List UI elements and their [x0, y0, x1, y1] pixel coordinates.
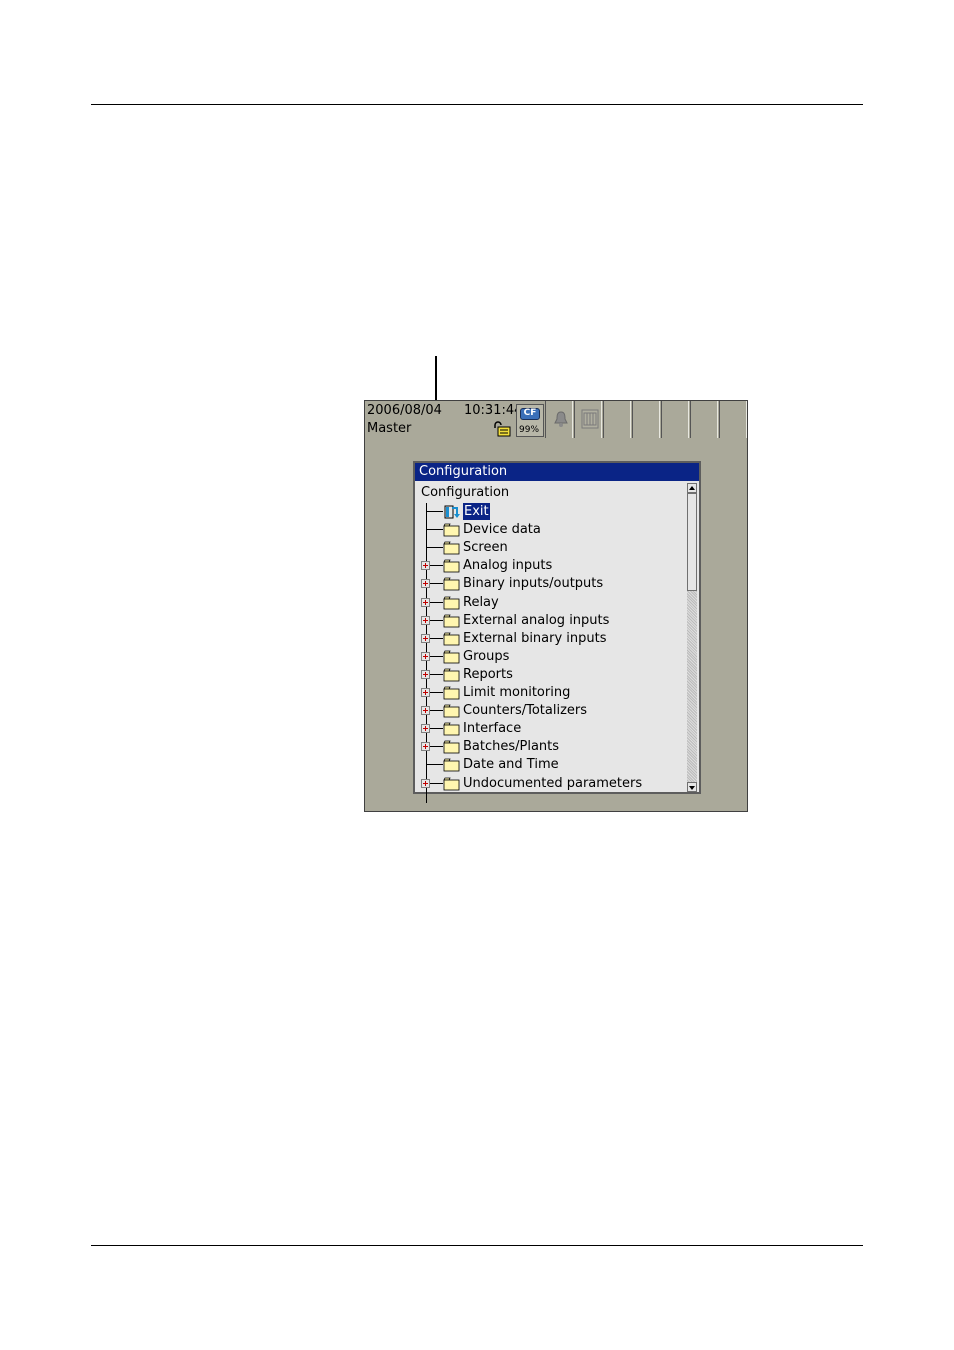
status-date: 2006/08/04 [367, 403, 442, 418]
status-slot-empty-4[interactable] [690, 401, 718, 438]
tree-item[interactable]: Counters/Totalizers [415, 702, 685, 720]
tree-item-label: Reports [463, 666, 513, 682]
tree-item[interactable]: Analog inputs [415, 557, 685, 575]
scroll-thumb[interactable] [687, 493, 697, 591]
chart-icon [581, 409, 599, 429]
tree-item[interactable]: Exit [415, 503, 685, 521]
tree-branch-line [426, 547, 443, 549]
configuration-window: Configuration Configuration Exit Device d… [413, 461, 701, 803]
status-slot-empty-1[interactable] [603, 401, 631, 438]
expand-plus-icon[interactable] [421, 724, 430, 734]
alarm-slot[interactable] [545, 401, 573, 438]
window-title: Configuration [415, 463, 699, 481]
expand-plus-icon[interactable] [421, 778, 430, 788]
tree-item-label: External analog inputs [463, 612, 610, 628]
config-tree: Configuration Exit Device data Screen Analo… [415, 483, 687, 803]
chart-slot[interactable] [574, 401, 602, 438]
tree-branch-line [426, 529, 443, 531]
tree-root-label: Configuration [421, 485, 510, 500]
tree-item-label: Counters/Totalizers [463, 703, 588, 719]
tree-item-label: Binary inputs/outputs [463, 576, 604, 592]
vertical-scrollbar[interactable] [687, 483, 697, 792]
status-time: 10:31:44 [464, 403, 523, 418]
tree-item[interactable]: Binary inputs/outputs [415, 575, 685, 593]
folder-icon [443, 686, 460, 700]
tree-item-label: External binary inputs [463, 630, 607, 646]
folder-icon [443, 650, 460, 664]
tree-item[interactable]: Undocumented parameters [415, 775, 685, 793]
status-slot-empty-5[interactable] [719, 401, 747, 438]
status-slot-empty-2[interactable] [632, 401, 660, 438]
header-rule [91, 104, 863, 105]
lock-icon [494, 421, 511, 437]
status-bar: 2006/08/04 10:31:44 Master CF 99% [365, 401, 747, 439]
callout-line [435, 356, 437, 404]
folder-icon [443, 614, 460, 627]
tree-item-label: Limit monitoring [463, 685, 571, 700]
folder-icon [443, 632, 460, 646]
tree-item[interactable]: Relay [415, 594, 685, 612]
exit-icon [444, 505, 460, 519]
bell-icon [554, 411, 568, 427]
tree-item-label: Exit [463, 503, 490, 520]
folder-icon [443, 704, 460, 718]
expand-plus-icon[interactable] [421, 688, 430, 697]
tree-item-label: Batches/Plants [463, 739, 560, 755]
folder-icon [443, 541, 460, 555]
scroll-up-arrow-icon[interactable] [687, 483, 697, 493]
tree-item[interactable]: Batches/Plants [415, 738, 685, 756]
tree-item-label: Groups [463, 648, 510, 664]
tree-item-label: Undocumented parameters [463, 775, 643, 791]
folder-icon [443, 523, 460, 537]
cf-card-status[interactable]: CF 99% [516, 404, 544, 437]
expand-plus-icon[interactable] [421, 742, 430, 752]
device-screen: 2006/08/04 10:31:44 Master CF 99% Config… [364, 400, 748, 812]
tree-item-label: Analog inputs [463, 558, 553, 574]
expand-plus-icon[interactable] [421, 669, 430, 679]
expand-plus-icon[interactable] [421, 561, 430, 571]
expand-plus-icon[interactable] [421, 615, 430, 625]
folder-icon [443, 758, 460, 772]
expand-plus-icon[interactable] [421, 706, 430, 716]
tree-item-label: Interface [463, 721, 522, 737]
folder-icon [443, 740, 460, 754]
folder-icon [443, 777, 460, 790]
tree-item-label: Device data [463, 522, 541, 538]
tree-item-label: Relay [463, 594, 499, 610]
tree-item[interactable]: External analog inputs [415, 612, 685, 630]
tree-item[interactable]: Screen [415, 539, 685, 557]
folder-icon [443, 722, 460, 736]
tree-item[interactable]: Groups [415, 648, 685, 666]
cf-label: CF [523, 408, 537, 418]
folder-icon [443, 668, 460, 682]
scroll-down-arrow-icon[interactable] [687, 782, 697, 792]
tree-branch-line [426, 764, 443, 766]
tree-item[interactable]: Device data [415, 521, 685, 539]
tree-item[interactable]: Limit monitoring [415, 684, 685, 702]
cf-usage: 99% [519, 425, 540, 435]
tree-branch-line [426, 511, 443, 512]
tree-item-label: Screen [463, 540, 508, 556]
expand-plus-icon[interactable] [421, 597, 430, 607]
expand-plus-icon[interactable] [421, 633, 430, 643]
tree-item[interactable]: External binary inputs [415, 630, 685, 648]
folder-icon [443, 596, 460, 609]
footer-rule [91, 1245, 863, 1246]
tree-item[interactable]: Interface [415, 720, 685, 738]
tree-item[interactable]: Date and Time [415, 756, 685, 774]
status-user: Master [367, 421, 412, 436]
expand-plus-icon[interactable] [421, 651, 430, 661]
folder-icon [443, 577, 460, 591]
status-slot-empty-3[interactable] [661, 401, 689, 438]
tree-item[interactable]: Reports [415, 666, 685, 684]
folder-icon [443, 559, 460, 573]
expand-plus-icon[interactable] [421, 579, 430, 589]
tree-item-label: Date and Time [463, 757, 559, 773]
cf-card-icon: CF [520, 408, 540, 420]
